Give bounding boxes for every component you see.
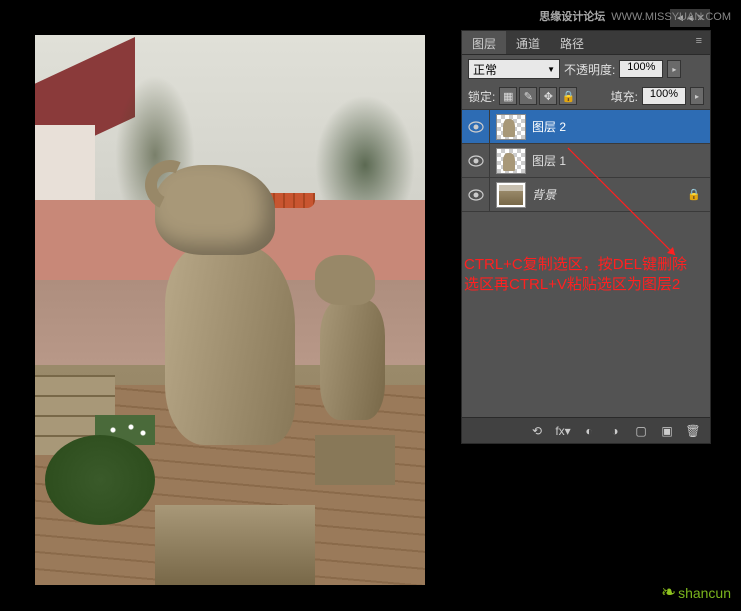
link-layers-icon[interactable]: ⟲ (528, 422, 546, 440)
layer-row[interactable]: 背景 🔒 (462, 178, 710, 212)
visibility-toggle[interactable] (462, 144, 490, 177)
delete-layer-icon[interactable]: 🗑 (684, 422, 702, 440)
eye-icon (468, 189, 484, 201)
chevron-down-icon: ▼ (547, 65, 555, 74)
lock-paint-icon[interactable]: ✎ (519, 87, 537, 105)
lock-all-icon[interactable]: 🔒 (559, 87, 577, 105)
eye-icon (468, 121, 484, 133)
watermark-top: 思缘设计论坛WWW.MISSYUAN.COM (539, 8, 731, 24)
layer-thumbnail[interactable] (496, 182, 526, 208)
opacity-flyout-icon[interactable]: ▸ (667, 60, 681, 78)
lock-row: 锁定: ▦ ✎ ✥ 🔒 填充: 100% ▸ (462, 83, 710, 110)
layer-effects-icon[interactable]: fx▾ (554, 422, 572, 440)
panel-tabs: 图层 通道 路径 ≡ (462, 31, 710, 55)
panel-footer: ⟲ fx▾ ◐ ◑ ▢ ▣ 🗑 (462, 417, 710, 443)
lock-position-icon[interactable]: ✥ (539, 87, 557, 105)
eye-icon (468, 155, 484, 167)
layer-name[interactable]: 图层 2 (532, 118, 710, 135)
tab-channels[interactable]: 通道 (506, 31, 550, 54)
leaf-icon: ❧ (661, 582, 676, 603)
new-layer-icon[interactable]: ▣ (658, 422, 676, 440)
layers-list: 图层 2 图层 1 背景 🔒 (462, 110, 710, 212)
adjustment-layer-icon[interactable]: ◑ (606, 422, 624, 440)
annotation-text: CTRL+C复制选区，按DEL键删除 选区再CTRL+V粘贴选区为图层2 (464, 255, 704, 295)
visibility-toggle[interactable] (462, 178, 490, 211)
layer-group-icon[interactable]: ▢ (632, 422, 650, 440)
watermark-bottom: ❧shancun (661, 582, 731, 603)
visibility-toggle[interactable] (462, 110, 490, 143)
tab-paths[interactable]: 路径 (550, 31, 594, 54)
panel-menu-icon[interactable]: ≡ (688, 31, 710, 54)
layer-row[interactable]: 图层 1 (462, 144, 710, 178)
layer-name[interactable]: 图层 1 (532, 152, 710, 169)
layers-empty-area[interactable] (462, 212, 710, 402)
layer-mask-icon[interactable]: ◐ (580, 422, 598, 440)
lock-icon: 🔒 (686, 187, 702, 203)
fill-input[interactable]: 100% (642, 87, 686, 105)
layers-panel: ◄◄ ✕ 图层 通道 路径 ≡ 正常 ▼ 不透明度: 100% ▸ 锁定: ▦ … (461, 30, 711, 444)
opacity-label: 不透明度: (564, 61, 615, 78)
fill-label: 填充: (611, 88, 638, 105)
blend-mode-row: 正常 ▼ 不透明度: 100% ▸ (462, 55, 710, 83)
fill-flyout-icon[interactable]: ▸ (690, 87, 704, 105)
lock-transparency-icon[interactable]: ▦ (499, 87, 517, 105)
layer-name[interactable]: 背景 (532, 186, 686, 203)
opacity-input[interactable]: 100% (619, 60, 663, 78)
blend-mode-select[interactable]: 正常 ▼ (468, 59, 560, 79)
lock-label: 锁定: (468, 88, 495, 105)
canvas-image[interactable] (35, 35, 425, 585)
layer-thumbnail[interactable] (496, 148, 526, 174)
tab-layers[interactable]: 图层 (462, 31, 506, 54)
layer-thumbnail[interactable] (496, 114, 526, 140)
layer-row[interactable]: 图层 2 (462, 110, 710, 144)
